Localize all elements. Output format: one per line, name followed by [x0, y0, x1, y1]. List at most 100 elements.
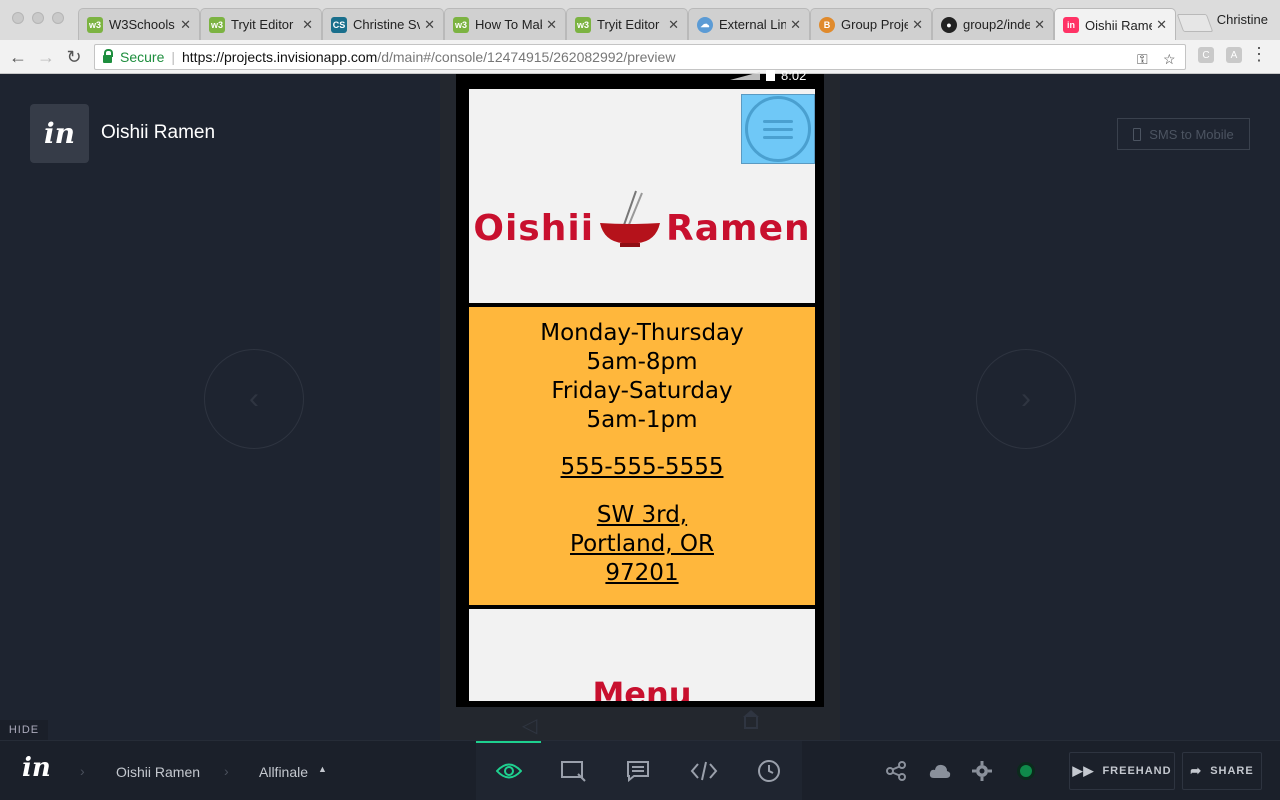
browser-tabstrip: w3 W3Schools ✕ w3 Tryit Editor ✕ CS Chri…	[0, 0, 1280, 41]
browser-tab[interactable]: w3 How To Mak ✕	[444, 8, 566, 40]
tab-title: Tryit Editor	[231, 17, 294, 32]
device-time: 8:02	[781, 68, 807, 83]
presence-status-indicator[interactable]	[1017, 762, 1035, 780]
caret-up-icon[interactable]: ▲	[318, 764, 327, 774]
back-arrow-icon[interactable]: ←	[6, 45, 30, 69]
signal-icon	[730, 71, 760, 80]
address-link[interactable]: SW 3rd, Portland, OR 97201	[469, 501, 815, 588]
browser-tab[interactable]: w3 Tryit Editor ✕	[566, 8, 688, 40]
tab-title: group2/inde	[963, 17, 1031, 32]
forward-arrow-icon[interactable]: →	[34, 45, 58, 69]
browser-tab[interactable]: CS Christine Sv ✕	[322, 8, 444, 40]
close-tab-icon[interactable]: ✕	[424, 17, 435, 33]
hours-line: Friday-Saturday	[551, 378, 733, 404]
cloud-sync-icon[interactable]	[926, 757, 954, 785]
secure-label: Secure	[120, 49, 165, 65]
close-tab-icon[interactable]: ✕	[790, 17, 801, 33]
build-mode-icon[interactable]	[557, 755, 589, 787]
browser-tab[interactable]: w3 Tryit Editor ✕	[200, 8, 322, 40]
close-tab-icon[interactable]: ✕	[546, 17, 557, 33]
chevron-left-icon: ‹	[249, 382, 259, 415]
url-host: https://projects.invisionapp.com	[182, 49, 378, 65]
github-favicon-icon: ●	[941, 16, 957, 33]
hours-line: 5am-8pm	[586, 349, 698, 375]
menu-heading: Menu	[592, 675, 692, 701]
freehand-button[interactable]: ▶▶ FREEHAND	[1069, 752, 1175, 790]
b-favicon-icon: B	[819, 16, 835, 33]
previous-screen-button[interactable]: ‹	[204, 349, 304, 449]
tab-title: Tryit Editor	[597, 17, 660, 32]
inspect-mode-code-icon[interactable]	[688, 755, 720, 787]
close-tab-icon[interactable]: ✕	[668, 17, 679, 33]
w3schools-favicon-icon: w3	[575, 16, 591, 33]
w3schools-favicon-icon: w3	[453, 16, 469, 33]
profile-name[interactable]: Christine	[1217, 12, 1268, 27]
android-back-icon[interactable]: ◁	[522, 713, 537, 738]
project-title: Oishii Ramen	[101, 122, 216, 143]
comment-mode-icon[interactable]	[622, 755, 654, 787]
phone-number-link[interactable]: 555-555-5555	[469, 453, 815, 482]
key-icon[interactable]: ⚿	[1137, 51, 1148, 68]
w3schools-favicon-icon: w3	[87, 16, 103, 33]
tab-title: External Lin	[719, 17, 787, 32]
hide-toolbar-button[interactable]: HIDE	[0, 720, 48, 740]
browser-tab[interactable]: ● group2/inde ✕	[932, 8, 1054, 40]
share-button[interactable]: ➦ SHARE	[1182, 752, 1262, 790]
minimize-window-button[interactable]	[32, 12, 44, 24]
tab-title: W3Schools	[109, 17, 175, 32]
invision-home-logo-icon[interactable]: in	[22, 753, 51, 783]
browser-tab[interactable]: B Group Proje ✕	[810, 8, 932, 40]
tab-title: Group Proje	[841, 17, 909, 32]
settings-gear-icon[interactable]	[968, 757, 996, 785]
site-logo: Oishii Ramen	[469, 189, 815, 249]
tab-title: How To Mak	[475, 17, 543, 32]
browser-tab[interactable]: ☁ External Lin ✕	[688, 8, 810, 40]
hamburger-menu-icon	[745, 96, 811, 162]
android-home-icon[interactable]	[743, 710, 759, 729]
next-screen-button[interactable]: ›	[976, 349, 1076, 449]
freehand-icon: ▶▶	[1072, 763, 1095, 778]
address-bar[interactable]: Secure | https://projects.invisionapp.co…	[94, 44, 1186, 70]
url-path: /d/main#/console/12474915/262082992/prev…	[377, 49, 676, 65]
share-label: SHARE	[1210, 765, 1254, 777]
extension-c-icon[interactable]: C	[1198, 47, 1214, 63]
breadcrumb-chevron-icon: ›	[224, 763, 229, 779]
address-line: Portland, OR	[570, 531, 714, 557]
sms-to-mobile-button[interactable]: SMS to Mobile	[1117, 118, 1250, 150]
new-tab-button[interactable]	[1176, 14, 1214, 32]
browser-tab[interactable]: w3 W3Schools ✕	[78, 8, 200, 40]
freehand-label: FREEHAND	[1102, 765, 1172, 777]
close-tab-icon[interactable]: ✕	[912, 17, 923, 33]
breadcrumb-project[interactable]: Oishii Ramen	[116, 764, 200, 780]
w3schools-favicon-icon: w3	[209, 16, 225, 33]
close-window-button[interactable]	[12, 12, 24, 24]
info-section: Monday-Thursday 5am-8pm Friday-Saturday …	[467, 305, 817, 607]
browser-tab-active[interactable]: in Oishii Rame ✕	[1054, 8, 1176, 41]
battery-icon	[766, 70, 775, 81]
address-line: 97201	[605, 560, 679, 586]
breadcrumb-screen[interactable]: Allfinale	[259, 764, 308, 780]
ramen-bowl-icon	[598, 189, 662, 249]
close-tab-icon[interactable]: ✕	[302, 17, 313, 33]
prototype-screen[interactable]: Oishii Ramen Monday-Thursday 5am-8pm Fri…	[462, 87, 818, 701]
hours-line: 5am-1pm	[586, 407, 698, 433]
reload-icon[interactable]: ↻	[62, 45, 86, 69]
share-network-icon[interactable]	[882, 757, 910, 785]
close-tab-icon[interactable]: ✕	[180, 17, 191, 33]
site-header: Oishii Ramen	[467, 87, 817, 305]
extension-icon[interactable]: A	[1226, 47, 1242, 63]
history-mode-clock-icon[interactable]	[753, 755, 785, 787]
browser-menu-icon[interactable]: ⋮	[1250, 44, 1268, 65]
cloud-favicon-icon: ☁	[697, 16, 713, 33]
prototype-stage: in Oishii Ramen SMS to Mobile ‹ › HIDE 8…	[0, 68, 1280, 740]
browser-toolbar: ← → ↻ Secure | https://projects.invision…	[0, 40, 1280, 74]
close-tab-icon[interactable]: ✕	[1034, 17, 1045, 33]
hamburger-menu-hotspot[interactable]	[741, 94, 815, 164]
preview-mode-eye-icon[interactable]	[493, 755, 525, 787]
lock-icon	[103, 49, 113, 63]
sms-button-label: SMS to Mobile	[1149, 126, 1234, 142]
close-tab-icon[interactable]: ✕	[1156, 17, 1167, 33]
maximize-window-button[interactable]	[52, 12, 64, 24]
opening-hours: Monday-Thursday 5am-8pm Friday-Saturday …	[469, 319, 815, 435]
bookmark-star-icon[interactable]: ☆	[1163, 51, 1176, 68]
